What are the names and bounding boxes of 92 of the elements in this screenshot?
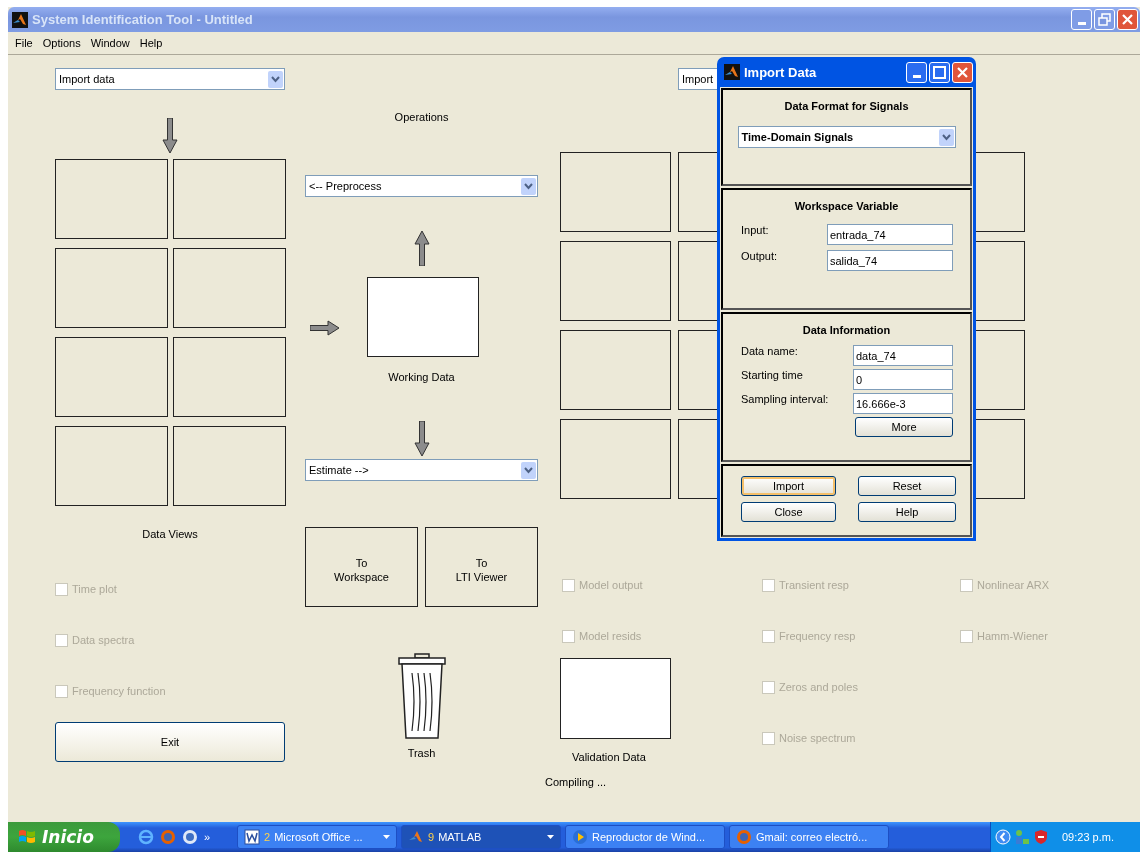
panel-heading: Data Format for Signals xyxy=(784,100,909,112)
data-slot[interactable] xyxy=(54,337,168,417)
working-data-slot[interactable] xyxy=(367,277,479,357)
taskbar-button[interactable]: 2 Microsoft Office ... xyxy=(237,825,397,849)
dialog-button[interactable]: Close xyxy=(741,502,836,522)
model-slot[interactable] xyxy=(560,241,671,321)
close-button[interactable] xyxy=(1117,9,1138,30)
field-label: Data name: xyxy=(741,345,798,357)
data-views-label: Data Views xyxy=(142,528,198,540)
checkbox-label: Nonlinear ARX xyxy=(977,579,1050,591)
input-field[interactable]: 0 xyxy=(853,369,953,390)
matlab-logo-icon xyxy=(408,829,424,845)
model-slot[interactable] xyxy=(560,152,671,232)
trash-icon[interactable] xyxy=(397,653,446,739)
data-slot[interactable] xyxy=(172,248,286,328)
browser-icon[interactable] xyxy=(138,829,154,845)
input-field[interactable]: salida_74 xyxy=(827,250,953,271)
dialog-button[interactable]: Reset xyxy=(858,476,956,496)
play-icon xyxy=(572,829,588,845)
checkbox-label: Data spectra xyxy=(72,634,135,646)
checkbox-label: Model output xyxy=(579,579,643,591)
minimize-button[interactable] xyxy=(906,61,927,83)
validation-data-slot[interactable] xyxy=(560,658,671,739)
data-dropdown[interactable]: Import data xyxy=(55,68,285,90)
validation-data-label: Validation Data xyxy=(572,751,646,763)
minimize-button[interactable] xyxy=(1071,9,1092,30)
up-arrow-icon xyxy=(413,230,430,266)
right-arrow-icon xyxy=(310,320,340,336)
menu-item[interactable]: Options xyxy=(37,37,86,49)
data-slot[interactable] xyxy=(54,159,168,239)
trash-label: Trash xyxy=(407,747,436,759)
document-icon xyxy=(244,829,260,845)
windows-logo-icon xyxy=(18,828,36,846)
format-dropdown[interactable]: Time-Domain Signals xyxy=(737,126,956,148)
field-label: Output: xyxy=(741,250,778,262)
data-slot[interactable] xyxy=(54,426,168,506)
menu-item[interactable]: Window xyxy=(85,37,135,49)
overflow-button[interactable]: » xyxy=(204,831,211,843)
input-field[interactable]: entrada_74 xyxy=(827,224,953,245)
browser-icon xyxy=(736,829,752,845)
dialog-title: Import Data xyxy=(744,64,818,80)
input-field[interactable]: 16.666e-3 xyxy=(853,393,953,414)
checkbox-label: Transient resp xyxy=(779,579,849,591)
field-label: Sampling interval: xyxy=(741,393,829,405)
restore-button[interactable] xyxy=(1094,9,1115,30)
preprocess-dropdown[interactable]: <-- Preprocess xyxy=(305,175,538,197)
globe-icon[interactable] xyxy=(182,829,198,845)
checkbox-label: Frequency function xyxy=(72,685,166,697)
window-title: System Identification Tool - Untitled xyxy=(32,12,254,27)
model-slot[interactable] xyxy=(560,330,671,410)
export-button[interactable]: To Workspace xyxy=(305,527,418,607)
matlab-logo-icon xyxy=(724,64,740,80)
checkbox-label: Zeros and poles xyxy=(779,681,858,693)
data-slot[interactable] xyxy=(172,426,286,506)
checkbox-label: Frequency resp xyxy=(779,630,856,642)
estimate-dropdown[interactable]: Estimate --> xyxy=(305,459,538,481)
data-slot[interactable] xyxy=(172,337,286,417)
input-field[interactable]: data_74 xyxy=(853,345,953,366)
more-button[interactable]: More xyxy=(855,417,953,437)
checkbox-label: Hamm-Wiener xyxy=(977,630,1048,642)
restore-icon xyxy=(1095,10,1114,29)
data-slot[interactable] xyxy=(172,159,286,239)
down-arrow-icon xyxy=(162,118,178,154)
data-slot[interactable] xyxy=(54,248,168,328)
status-text: Compiling ... xyxy=(545,776,607,788)
maximize-button[interactable] xyxy=(929,61,950,83)
panel-heading: Workspace Variable xyxy=(794,200,899,212)
exit-button[interactable]: Exit xyxy=(55,722,285,762)
field-label: Input: xyxy=(741,224,769,236)
export-button[interactable]: To LTI Viewer xyxy=(425,527,538,607)
working-data-label: Working Data xyxy=(388,371,455,383)
down-arrow-icon xyxy=(413,421,430,457)
panel-heading: Data Information xyxy=(802,324,891,336)
taskbar-button[interactable]: 9 MATLAB xyxy=(401,825,561,849)
checkbox-label: Model resids xyxy=(579,630,642,642)
menu-item[interactable]: Help xyxy=(134,37,168,49)
menu-item[interactable]: File xyxy=(10,37,38,49)
minimize-icon xyxy=(912,74,921,78)
minimize-icon xyxy=(1077,22,1086,25)
close-button[interactable] xyxy=(952,61,973,83)
checkbox-label: Noise spectrum xyxy=(779,732,856,744)
dialog-button[interactable]: Help xyxy=(858,502,956,522)
checkbox-label: Time plot xyxy=(72,583,117,595)
taskbar-button[interactable]: Reproductor de Wind... xyxy=(565,825,725,849)
clock: 09:23 p.m. xyxy=(1062,831,1114,843)
taskbar-button[interactable]: Gmail: correo electró... xyxy=(729,825,889,849)
matlab-logo-icon xyxy=(12,11,28,28)
model-slot[interactable] xyxy=(560,419,671,499)
dialog-button[interactable]: Import xyxy=(741,476,836,496)
field-label: Starting time xyxy=(741,369,803,381)
operations-label: Operations xyxy=(394,111,449,123)
shield-icon[interactable] xyxy=(1033,829,1049,845)
